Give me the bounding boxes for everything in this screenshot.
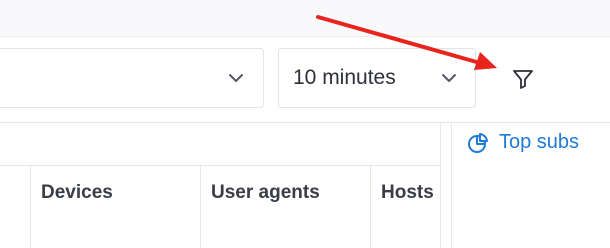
column-header-user-agents[interactable]: User agents xyxy=(200,164,370,248)
filter-button[interactable] xyxy=(505,62,541,96)
chevron-down-icon xyxy=(442,74,456,82)
top-band xyxy=(0,0,610,37)
chevron-down-icon xyxy=(229,74,243,82)
column-header-label: Hosts xyxy=(381,182,434,203)
table-toolbar xyxy=(0,122,440,166)
column-header-hosts[interactable]: Hosts xyxy=(370,164,440,248)
tab-label: Top subs xyxy=(499,131,580,153)
column-header-label: Devices xyxy=(41,182,113,203)
panel-divider xyxy=(451,123,452,248)
scope-select[interactable] xyxy=(0,48,264,108)
side-panel: Top subs xyxy=(440,122,610,248)
tab-top-subs[interactable]: Top subs xyxy=(467,131,579,154)
screenshot: 10 minutes Devices User agents Hosts Top… xyxy=(0,0,610,248)
column-header-label: User agents xyxy=(211,182,320,203)
time-range-select[interactable]: 10 minutes xyxy=(278,48,476,108)
filter-icon xyxy=(513,70,533,89)
data-table: Devices User agents Hosts xyxy=(0,122,440,248)
time-range-value: 10 minutes xyxy=(293,66,396,89)
column-header-devices[interactable]: Devices xyxy=(30,164,200,248)
pie-chart-icon xyxy=(468,132,488,153)
